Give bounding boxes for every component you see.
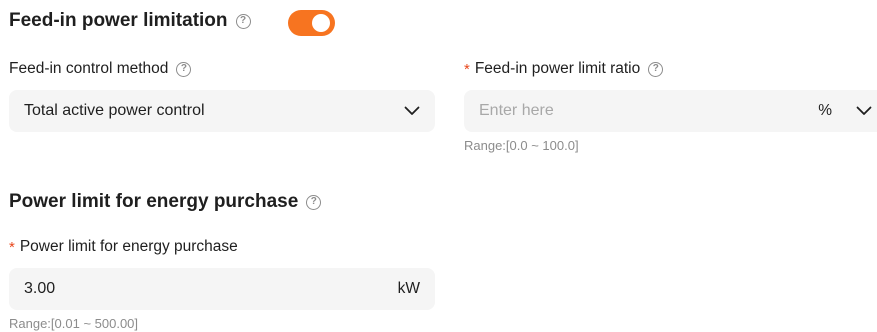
chevron-down-icon[interactable] [856,106,872,116]
required-mark: * [464,60,470,78]
control-method-selected: Total active power control [24,102,205,119]
control-method-select[interactable]: Total active power control [9,90,435,132]
required-mark: * [9,238,15,256]
feed-in-section-title: Feed-in power limitation ? [9,10,251,32]
purchase-section-title: Power limit for energy purchase ? [9,191,322,213]
limit-ratio-input[interactable]: Enter here % [464,90,877,132]
toggle-knob [312,14,330,32]
control-method-label-row: Feed-in control method ? [9,60,192,78]
purchase-label-row: * Power limit for energy purchase [9,238,238,256]
feed-in-help-icon[interactable]: ? [235,13,251,29]
limit-ratio-label: Feed-in power limit ratio [474,60,641,77]
purchase-field-label: Power limit for energy purchase [19,238,238,255]
purchase-title: Power limit for energy purchase [9,191,299,212]
purchase-limit-input[interactable]: 3.00 kW [9,268,435,310]
purchase-help-icon[interactable]: ? [306,194,322,210]
limit-ratio-label-row: * Feed-in power limit ratio ? [464,60,664,78]
purchase-limit-unit: kW [397,280,420,297]
purchase-limit-range: Range:[0.01 ~ 500.00] [9,316,139,331]
limit-ratio-unit: % [818,102,832,119]
limit-ratio-placeholder: Enter here [479,102,554,119]
feed-in-title: Feed-in power limitation [9,10,228,31]
control-method-label: Feed-in control method [9,60,169,77]
control-method-help-icon[interactable]: ? [176,61,192,77]
chevron-down-icon [404,106,420,115]
feed-in-toggle[interactable] [288,10,335,36]
purchase-limit-value: 3.00 [24,280,56,297]
limit-ratio-help-icon[interactable]: ? [648,61,664,77]
limit-ratio-range: Range:[0.0 ~ 100.0] [464,138,579,153]
